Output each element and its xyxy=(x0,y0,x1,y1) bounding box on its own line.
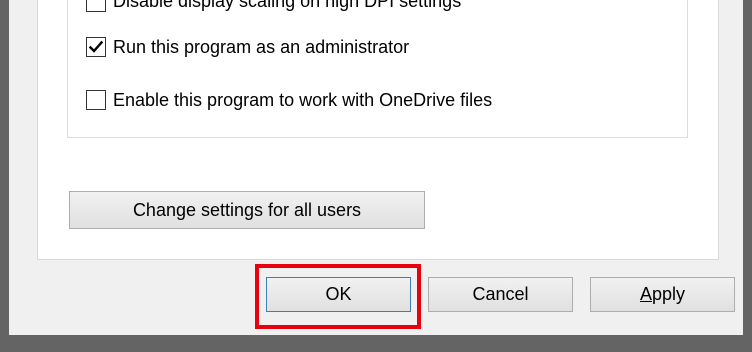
window-frame-right xyxy=(743,0,752,352)
window-frame-bottom xyxy=(0,335,752,352)
settings-group-box xyxy=(67,0,688,138)
option-enable-onedrive[interactable]: Enable this program to work with OneDriv… xyxy=(86,88,492,112)
apply-button[interactable]: Apply xyxy=(590,277,735,312)
option-disable-dpi-scaling[interactable]: Disable display scaling on high DPI sett… xyxy=(86,0,461,14)
option-label: Enable this program to work with OneDriv… xyxy=(113,90,493,110)
checkmark-icon xyxy=(88,40,104,53)
checkbox-enable-onedrive[interactable] xyxy=(86,90,106,110)
ok-highlight-box xyxy=(255,264,421,329)
option-run-as-administrator[interactable]: Run this program as an administrator xyxy=(86,35,409,59)
apply-label-rest: pply xyxy=(651,284,686,304)
checkbox-disable-dpi-scaling[interactable] xyxy=(86,0,106,12)
cancel-button[interactable]: Cancel xyxy=(428,277,573,312)
option-label: Run this program as an administrator xyxy=(113,37,410,57)
option-label: Disable display scaling on high DPI sett… xyxy=(113,0,462,11)
checkbox-run-as-administrator[interactable] xyxy=(86,37,106,57)
apply-access-key: A xyxy=(639,284,652,304)
change-settings-all-users-button[interactable]: Change settings for all users xyxy=(69,191,425,229)
window-frame-left xyxy=(0,0,9,352)
